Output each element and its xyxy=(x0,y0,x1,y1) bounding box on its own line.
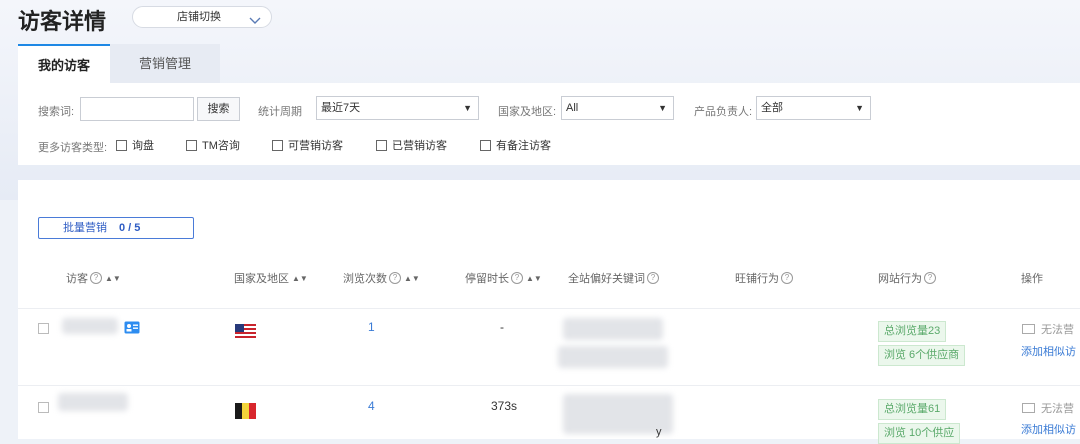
checkbox[interactable] xyxy=(116,139,127,151)
chevron-down-icon xyxy=(249,12,261,32)
row-divider xyxy=(18,308,1080,309)
caret-down-icon: ▼ xyxy=(658,103,667,113)
search-button[interactable]: 搜索 xyxy=(197,97,240,121)
keyword-blurred xyxy=(563,318,663,340)
more-types-label: 更多访客类型: xyxy=(38,142,108,154)
sort-icon[interactable]: ▲▼ xyxy=(292,274,308,283)
column-header-views[interactable]: 浏览次数? ▲▼ xyxy=(343,270,420,286)
sort-icon[interactable]: ▲▼ xyxy=(526,274,542,283)
type-checkbox-marketed[interactable]: 已营销访客 xyxy=(376,137,447,153)
column-header-duration[interactable]: 停留时长? ▲▼ xyxy=(465,270,542,286)
help-icon[interactable]: ? xyxy=(511,272,523,284)
help-icon[interactable]: ? xyxy=(389,272,401,284)
batch-marketing-button[interactable]: 批量营销 0 / 5 xyxy=(38,217,194,239)
row-divider xyxy=(18,385,1080,386)
caret-down-icon: ▼ xyxy=(855,103,864,113)
type-checkbox-marketable[interactable]: 可营销访客 xyxy=(272,137,343,153)
be-flag-icon xyxy=(235,403,256,419)
type-checkbox-inquiry[interactable]: 询盘 xyxy=(116,137,154,153)
owner-label: 产品负责人: xyxy=(694,106,753,118)
visitor-table-panel: 批量营销 0 / 5 访客? ▲▼ 国家及地区 ▲▼ 浏览次数? ▲▼ 停留时长? ▲▼… xyxy=(18,180,1080,444)
views-count[interactable]: 1 xyxy=(368,320,375,334)
batch-count: 0 / 5 xyxy=(119,222,141,234)
us-flag-icon xyxy=(235,324,256,340)
checkbox[interactable] xyxy=(272,139,283,151)
suppliers-viewed-tag: 浏览 10个供应 xyxy=(878,423,961,444)
page-title: 访客详情 xyxy=(18,9,107,34)
country-select[interactable]: All ▼ xyxy=(561,96,674,120)
tab-marketing-management[interactable]: 营销管理 xyxy=(110,44,220,83)
search-input[interactable] xyxy=(80,97,194,121)
views-count[interactable]: 4 xyxy=(368,399,375,413)
suppliers-viewed-tag: 浏览 6个供应商 xyxy=(878,345,966,366)
add-similar-link[interactable]: 添加相似访 xyxy=(1021,343,1076,359)
visitor-name-blurred xyxy=(62,318,118,334)
column-header-site-behavior: 网站行为? xyxy=(878,270,936,286)
type-checkbox-tm[interactable]: TM咨询 xyxy=(186,137,240,153)
row-checkbox[interactable] xyxy=(38,402,49,413)
sort-icon[interactable]: ▲▼ xyxy=(105,274,121,283)
column-header-visitor[interactable]: 访客? ▲▼ xyxy=(66,270,121,286)
column-header-country[interactable]: 国家及地区 ▲▼ xyxy=(234,270,308,286)
period-label: 统计周期 xyxy=(258,106,302,118)
mail-icon xyxy=(1022,324,1035,334)
period-select[interactable]: 最近7天 ▼ xyxy=(316,96,479,120)
total-views-tag: 总浏览量23 xyxy=(878,321,947,342)
owner-value: 全部 xyxy=(761,102,783,114)
country-label: 国家及地区: xyxy=(498,106,557,118)
type-checkbox-noted[interactable]: 有备注访客 xyxy=(480,137,551,153)
caret-down-icon: ▼ xyxy=(463,103,472,113)
shop-switch-dropdown[interactable]: 店铺切换 xyxy=(132,6,272,28)
marketing-status: 无法营 xyxy=(1022,400,1074,416)
help-icon[interactable]: ? xyxy=(647,272,659,284)
keyword-tail: y xyxy=(656,426,662,438)
add-similar-link[interactable]: 添加相似访 xyxy=(1021,421,1076,437)
tab-my-visitors[interactable]: 我的访客 xyxy=(18,44,110,83)
mail-icon xyxy=(1022,403,1035,413)
shop-switch-label: 店铺切换 xyxy=(177,11,221,23)
checkbox[interactable] xyxy=(480,139,491,151)
owner-select[interactable]: 全部 ▼ xyxy=(756,96,871,120)
help-icon[interactable]: ? xyxy=(781,272,793,284)
period-value: 最近7天 xyxy=(321,102,361,114)
help-icon[interactable]: ? xyxy=(90,272,102,284)
checkbox[interactable] xyxy=(186,139,197,151)
marketing-status: 无法营 xyxy=(1022,321,1074,337)
column-header-keywords: 全站偏好关键词? xyxy=(568,270,659,286)
country-value: All xyxy=(566,102,579,114)
visitor-card-icon[interactable] xyxy=(124,321,140,337)
batch-marketing-label: 批量营销 xyxy=(63,222,107,234)
column-header-actions: 操作 xyxy=(1021,273,1043,285)
duration-value: 373s xyxy=(491,399,518,413)
visitor-name-blurred xyxy=(58,393,128,411)
help-icon[interactable]: ? xyxy=(924,272,936,284)
keyword-blurred xyxy=(558,346,668,368)
duration-value: - xyxy=(500,320,504,334)
checkbox[interactable] xyxy=(376,139,387,151)
search-label: 搜索词: xyxy=(38,106,75,118)
sort-icon[interactable]: ▲▼ xyxy=(404,274,420,283)
total-views-tag: 总浏览量61 xyxy=(878,399,947,420)
row-checkbox[interactable] xyxy=(38,323,49,334)
column-header-shop-behavior: 旺铺行为? xyxy=(735,270,793,286)
